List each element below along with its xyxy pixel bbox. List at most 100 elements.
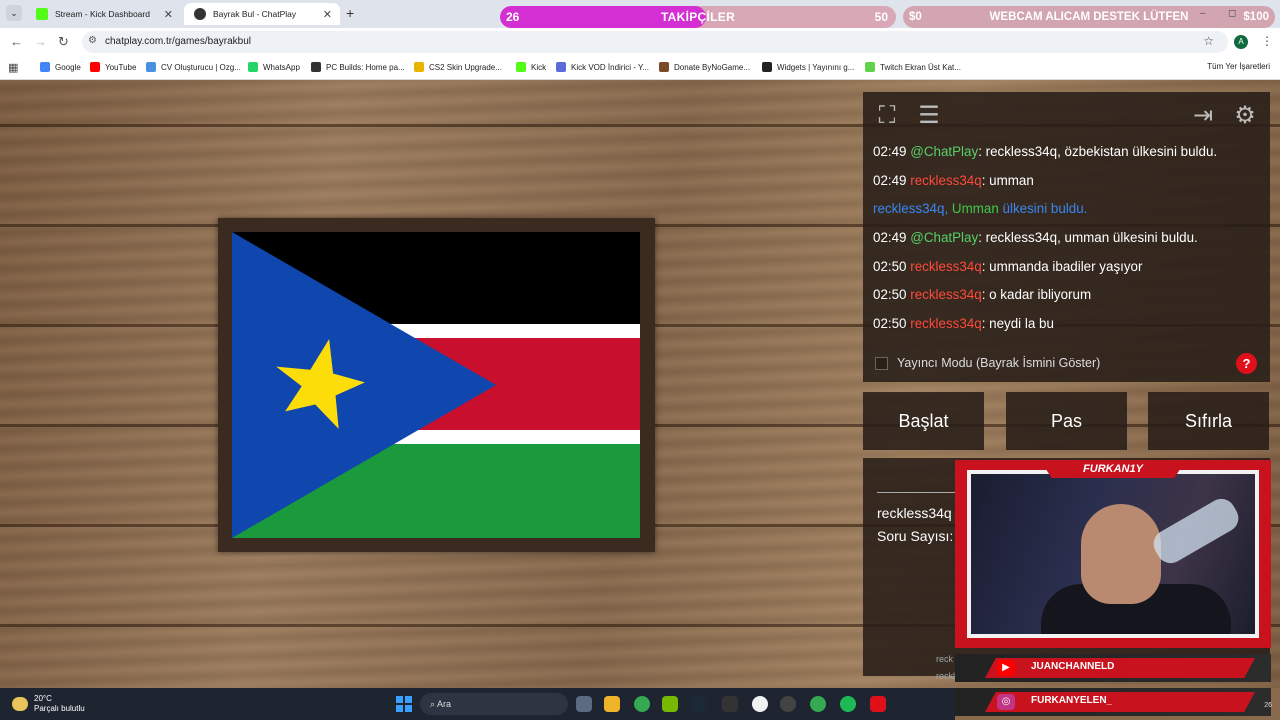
tab-list-button[interactable]: ⌄ (6, 5, 22, 21)
chat-message: 02:50 reckless34q: ummanda ibadiler yaşı… (873, 259, 1263, 288)
apps-grid-icon[interactable]: ▦ (8, 61, 18, 74)
donation-goal-label: WEBCAM ALICAM DESTEK LÜTFEN (989, 11, 1189, 23)
bookmark-label: Twitch Ekran Üst Kat... (880, 62, 961, 72)
bookmark-whatsapp[interactable]: WhatsApp (248, 62, 300, 72)
follower-goal-overlay: TAKİPÇİLER 26 50 (500, 6, 896, 28)
forward-icon[interactable]: → (34, 34, 47, 49)
url-field[interactable]: ⚙ chatplay.com.tr/games/bayrakbul ☆ (82, 31, 1228, 53)
start-button[interactable]: Başlat (863, 392, 984, 450)
bookmark-youtube[interactable]: YouTube (90, 62, 136, 72)
taskbar-clock: 26 (1264, 702, 1272, 709)
chat-time: 02:50 (873, 258, 907, 274)
chat-log: 02:49 @ChatPlay: reckless34q, özbekistan… (873, 144, 1263, 345)
flag-image (232, 232, 640, 538)
notes-icon[interactable]: ☰ (913, 100, 945, 132)
chrome-icon[interactable] (634, 696, 650, 712)
weather-widget[interactable]: 20°C Parçalı bulutlu (12, 694, 85, 714)
chat-answer: Umman (951, 201, 999, 217)
chrome-active-icon[interactable] (810, 696, 826, 712)
bookmark-donate[interactable]: Donate ByNoGame... (659, 62, 750, 72)
task-view-icon[interactable] (576, 696, 592, 712)
close-tab-icon[interactable]: ✕ (323, 8, 332, 21)
instagram-icon: ◎ (997, 694, 1015, 710)
new-tab-icon[interactable]: + (346, 5, 354, 21)
taskbar-search[interactable]: ⌕ Ara (420, 693, 568, 715)
bookmark-label: Donate ByNoGame... (674, 62, 751, 72)
all-bookmarks-folder[interactable]: Tüm Yer İşaretleri (1207, 62, 1270, 71)
chat-peek-line: reck (936, 654, 954, 664)
bookmark-label: YouTube (105, 62, 137, 72)
bookmark-label: CV Oluşturucu | Ozg... (161, 62, 241, 72)
bookmark-star-icon[interactable]: ☆ (1203, 34, 1214, 48)
file-explorer-icon[interactable] (604, 696, 620, 712)
tab-title: Bayrak Bul - ChatPlay (213, 9, 297, 19)
webcam-frame (967, 470, 1259, 638)
social-handle: JUANCHANNELD (1031, 661, 1115, 672)
donate-icon (659, 62, 669, 72)
spotify-icon[interactable] (840, 696, 856, 712)
browser-menu-icon[interactable]: ⋮ (1261, 34, 1273, 48)
reset-button[interactable]: Sıfırla (1148, 392, 1269, 450)
tab-kick-dashboard[interactable]: Stream - Kick Dashboard ✕ (26, 3, 181, 25)
bookmark-label: Google (55, 62, 81, 72)
url-text: chatplay.com.tr/games/bayrakbul (105, 36, 251, 47)
bookmark-google[interactable]: Google (40, 62, 81, 72)
streamer-head (1081, 504, 1161, 604)
bookmark-kick[interactable]: Kick (516, 62, 546, 72)
app-icon[interactable] (780, 696, 796, 712)
streamer-mode-checkbox[interactable] (875, 356, 888, 370)
bookmark-cs2[interactable]: CS2 Skin Upgrade... (414, 62, 502, 72)
epic-games-icon[interactable] (722, 696, 738, 712)
minimize-icon[interactable]: – (1200, 8, 1206, 19)
site-info-icon[interactable]: ⚙ (88, 35, 97, 46)
maximize-icon[interactable]: ◻ (1228, 8, 1236, 19)
bookmark-cv[interactable]: CV Oluşturucu | Ozg... (146, 62, 241, 72)
pass-button[interactable]: Pas (1006, 392, 1127, 450)
bookmark-twitch-overlay[interactable]: Twitch Ekran Üst Kat... (865, 62, 961, 72)
search-placeholder: Ara (437, 699, 452, 709)
document-icon (146, 62, 156, 72)
temperature: 20°C (34, 694, 52, 703)
windows-start-icon[interactable] (396, 696, 412, 712)
flag-frame (218, 218, 655, 552)
bookmark-pc-builds[interactable]: PC Builds: Home pa... (311, 62, 405, 72)
chat-user: reckless34q (910, 172, 982, 188)
twitch-overlay-icon (865, 62, 875, 72)
bookmark-label: Kick VOD İndirici - Y... (571, 62, 649, 72)
settings-gear-icon[interactable]: ⚙ (1229, 100, 1261, 132)
nvidia-icon[interactable] (662, 696, 678, 712)
bookmark-widgets[interactable]: Widgets | Yayınını g... (762, 62, 854, 72)
back-icon[interactable]: ← (10, 34, 23, 49)
chat-time: 02:50 (873, 287, 907, 303)
social-bar (985, 692, 1255, 712)
logout-icon[interactable]: ⇥ (1187, 100, 1219, 132)
help-button[interactable]: ? (1236, 353, 1257, 374)
social-instagram: ◎ FURKANYELEN_ (955, 688, 1271, 716)
chat-time: 02:49 (873, 230, 907, 246)
kick-icon (516, 62, 526, 72)
follower-goal-label: TAKİPÇİLER (660, 10, 736, 24)
webcam-overlay: FURKAN1Y (955, 460, 1271, 648)
recorder-icon[interactable] (870, 696, 886, 712)
steam-icon[interactable] (690, 696, 706, 712)
bookmark-label: CS2 Skin Upgrade... (429, 62, 502, 72)
chat-text: : neydi la bu (981, 316, 1054, 332)
profile-avatar[interactable]: A (1234, 35, 1248, 49)
bookmark-kick-vod[interactable]: Kick VOD İndirici - Y... (556, 62, 649, 72)
streamer-mode-toggle[interactable]: Yayıncı Modu (Bayrak İsmini Göster) (875, 356, 1100, 370)
tab-bayrak-bul[interactable]: Bayrak Bul - ChatPlay ✕ (184, 3, 340, 25)
chat-user: @ChatPlay (910, 144, 979, 159)
fullscreen-icon[interactable]: ⛶ (871, 100, 903, 132)
reload-icon[interactable]: ↻ (58, 34, 69, 50)
close-tab-icon[interactable]: ✕ (164, 8, 173, 21)
chat-user: reckless34q, (873, 201, 949, 217)
chat-message: 02:50 reckless34q: o kadar ibliyorum (873, 287, 1263, 316)
obs-icon[interactable] (752, 696, 768, 712)
weather-text: Parçalı bulutlu (34, 704, 85, 713)
chatplay-favicon-icon (194, 8, 206, 20)
tab-bar: ⌄ Stream - Kick Dashboard ✕ Bayrak Bul -… (0, 0, 1280, 28)
bookmark-label: WhatsApp (263, 62, 300, 72)
google-icon (40, 62, 50, 72)
water-bottle (1148, 493, 1244, 569)
chat-time: 02:49 (873, 172, 907, 188)
